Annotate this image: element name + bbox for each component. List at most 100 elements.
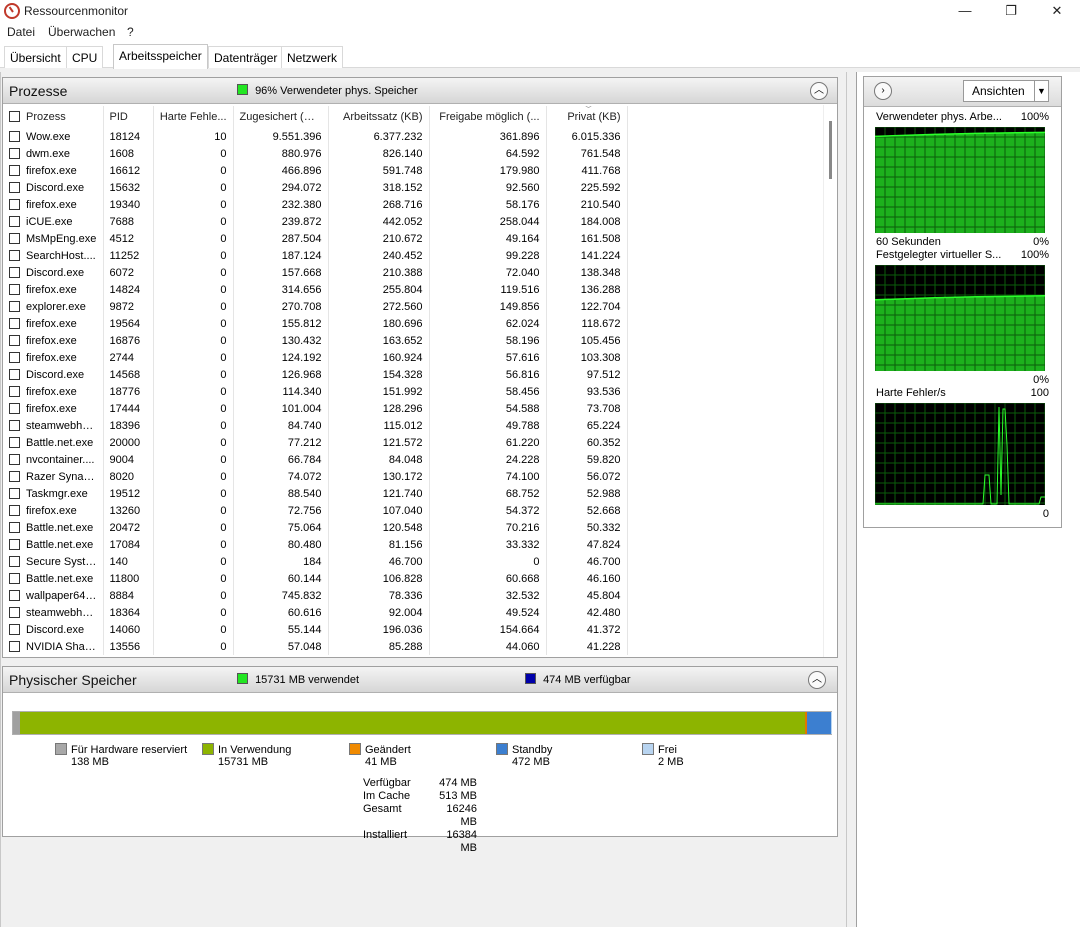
process-checkbox[interactable]: [9, 623, 20, 635]
table-row[interactable]: Secure System 140 0 184 46.700 0 46.700: [3, 553, 628, 570]
table-row[interactable]: firefox.exe 19340 0 232.380 268.716 58.176 210…: [3, 196, 628, 213]
table-row[interactable]: firefox.exe 16876 0 130.432 163.652 58.196 105…: [3, 332, 628, 349]
process-checkbox[interactable]: [9, 521, 20, 533]
table-row[interactable]: dwm.exe 1608 0 880.976 826.140 64.592 761.548: [3, 145, 628, 162]
menu-help[interactable]: ?: [127, 25, 134, 39]
tab-arbeitsspeicher[interactable]: Arbeitsspeicher: [113, 44, 208, 69]
graph-commit-title: Festgelegter virtueller S...: [876, 249, 1002, 261]
process-checkbox[interactable]: [9, 266, 20, 278]
table-row[interactable]: firefox.exe 2744 0 124.192 160.924 57.616 103.…: [3, 349, 628, 366]
col-prozess[interactable]: Prozess: [3, 106, 104, 128]
table-row[interactable]: explorer.exe 9872 0 270.708 272.560 149.856 12…: [3, 298, 628, 315]
process-checkbox[interactable]: [9, 606, 20, 618]
process-checkbox[interactable]: [9, 589, 20, 601]
process-cell: 6.015.336: [546, 128, 628, 145]
process-checkbox[interactable]: [9, 198, 20, 210]
expand-graphs-button[interactable]: ›: [874, 82, 892, 100]
table-row[interactable]: Taskmgr.exe 19512 0 88.540 121.740 68.752 52.9…: [3, 485, 628, 502]
process-checkbox[interactable]: [9, 232, 20, 244]
tab-netzwerk[interactable]: Netzwerk: [281, 46, 344, 68]
process-checkbox[interactable]: [9, 351, 20, 363]
table-row[interactable]: firefox.exe 16612 0 466.896 591.748 179.980 41…: [3, 162, 628, 179]
process-checkbox[interactable]: [9, 385, 20, 397]
processes-scrollbar[interactable]: [823, 105, 837, 657]
collapse-processes-button[interactable]: ︿: [810, 82, 828, 100]
process-name-cell: firefox.exe: [3, 315, 104, 332]
table-row[interactable]: Discord.exe 15632 0 294.072 318.152 92.560 225…: [3, 179, 628, 196]
table-row[interactable]: Battle.net.exe 11800 0 60.144 106.828 60.668 4…: [3, 570, 628, 587]
table-row[interactable]: steamwebhe... 18364 0 60.616 92.004 49.524 42.…: [3, 604, 628, 621]
process-checkbox[interactable]: [9, 249, 20, 261]
processes-scrollbar-thumb[interactable]: [829, 121, 832, 179]
process-checkbox[interactable]: [9, 419, 20, 431]
table-row[interactable]: Battle.net.exe 17084 0 80.480 81.156 33.332 47…: [3, 536, 628, 553]
table-row[interactable]: SearchHost.... 11252 0 187.124 240.452 99.228…: [3, 247, 628, 264]
table-row[interactable]: firefox.exe 14824 0 314.656 255.804 119.516 13…: [3, 281, 628, 298]
process-checkbox[interactable]: [9, 147, 20, 159]
process-checkbox[interactable]: [9, 453, 20, 465]
table-row[interactable]: firefox.exe 19564 0 155.812 180.696 62.024 118…: [3, 315, 628, 332]
table-row[interactable]: Discord.exe 14060 0 55.144 196.036 154.664 41.…: [3, 621, 628, 638]
col-shareable[interactable]: Freigabe möglich (...: [429, 106, 547, 128]
table-row[interactable]: NVIDIA Shar... 13556 0 57.048 85.288 44.060 41…: [3, 638, 628, 655]
process-checkbox[interactable]: [9, 640, 20, 652]
menu-datei[interactable]: Datei: [7, 25, 35, 39]
process-checkbox[interactable]: [9, 504, 20, 516]
tab-cpu[interactable]: CPU: [66, 46, 104, 68]
process-checkbox[interactable]: [9, 538, 20, 550]
process-checkbox[interactable]: [9, 572, 20, 584]
processes-header[interactable]: Prozesse 96% Verwendeter phys. Speicher …: [3, 78, 837, 104]
views-dropdown[interactable]: Ansichten ▼: [963, 80, 1049, 102]
process-checkbox[interactable]: [9, 368, 20, 380]
process-checkbox[interactable]: [9, 317, 20, 329]
collapse-physical-memory-button[interactable]: ︿: [808, 671, 826, 689]
process-checkbox[interactable]: [9, 300, 20, 312]
table-row[interactable]: Discord.exe 6072 0 157.668 210.388 72.040 138.…: [3, 264, 628, 281]
table-row[interactable]: Razer Synap... 8020 0 74.072 130.172 74.100 56…: [3, 468, 628, 485]
process-name-cell: Discord.exe: [3, 179, 104, 196]
tab-uebersicht[interactable]: Übersicht: [4, 46, 67, 68]
col-hard-faults[interactable]: Harte Fehle...: [153, 106, 234, 128]
process-checkbox[interactable]: [9, 181, 20, 193]
process-checkbox[interactable]: [9, 164, 20, 176]
stat-row: Installiert 16384 MB: [363, 829, 477, 854]
table-row[interactable]: Battle.net.exe 20000 0 77.212 121.572 61.220 6…: [3, 434, 628, 451]
table-row[interactable]: steamwebhe... 18396 0 84.740 115.012 49.788 65…: [3, 417, 628, 434]
table-row[interactable]: firefox.exe 17444 0 101.004 128.296 54.588 73.…: [3, 400, 628, 417]
table-row[interactable]: nvcontainer.... 9004 0 66.784 84.048 24.228 59…: [3, 451, 628, 468]
menu-ueberwachen[interactable]: Überwachen: [48, 25, 115, 39]
process-checkbox[interactable]: [9, 215, 20, 227]
table-row[interactable]: Battle.net.exe 20472 0 75.064 120.548 70.216 5…: [3, 519, 628, 536]
table-row[interactable]: Wow.exe 18124 10 9.551.396 6.377.232 361.896 6…: [3, 128, 628, 145]
process-cell: 0: [153, 536, 234, 553]
table-row[interactable]: Discord.exe 14568 0 126.968 154.328 56.816 97.…: [3, 366, 628, 383]
process-checkbox[interactable]: [9, 283, 20, 295]
col-working-set[interactable]: Arbeitssatz (KB): [328, 106, 430, 128]
process-checkbox[interactable]: [9, 130, 20, 142]
table-row[interactable]: MsMpEng.exe 4512 0 287.504 210.672 49.164 161.…: [3, 230, 628, 247]
table-row[interactable]: wallpaper64.... 8884 0 745.832 78.336 32.532 4…: [3, 587, 628, 604]
process-checkbox[interactable]: [9, 436, 20, 448]
process-cell: 119.516: [429, 281, 547, 298]
table-row[interactable]: iCUE.exe 7688 0 239.872 442.052 258.044 184.00…: [3, 213, 628, 230]
close-button[interactable]: ✕: [1034, 0, 1080, 22]
physical-memory-header[interactable]: Physischer Speicher 15731 MB verwendet 4…: [3, 667, 837, 693]
tab-datentraeger[interactable]: Datenträger: [208, 46, 284, 68]
maximize-button[interactable]: ❐: [988, 0, 1034, 22]
table-row[interactable]: firefox.exe 13260 0 72.756 107.040 54.372 52.6…: [3, 502, 628, 519]
minimize-button[interactable]: —: [942, 0, 988, 22]
col-private[interactable]: ﹀ Privat (KB): [546, 106, 628, 128]
select-all-checkbox[interactable]: [9, 111, 20, 122]
process-checkbox[interactable]: [9, 555, 20, 567]
col-committed[interactable]: Zugesichert (KB): [233, 106, 329, 128]
process-cell: 77.212: [233, 434, 329, 451]
process-cell: 1608: [103, 145, 154, 162]
col-pid[interactable]: PID: [103, 106, 154, 128]
process-cell: 0: [153, 519, 234, 536]
process-checkbox[interactable]: [9, 487, 20, 499]
process-checkbox[interactable]: [9, 470, 20, 482]
splitter[interactable]: [846, 72, 856, 927]
table-row[interactable]: firefox.exe 18776 0 114.340 151.992 58.456 93.…: [3, 383, 628, 400]
process-checkbox[interactable]: [9, 402, 20, 414]
process-checkbox[interactable]: [9, 334, 20, 346]
